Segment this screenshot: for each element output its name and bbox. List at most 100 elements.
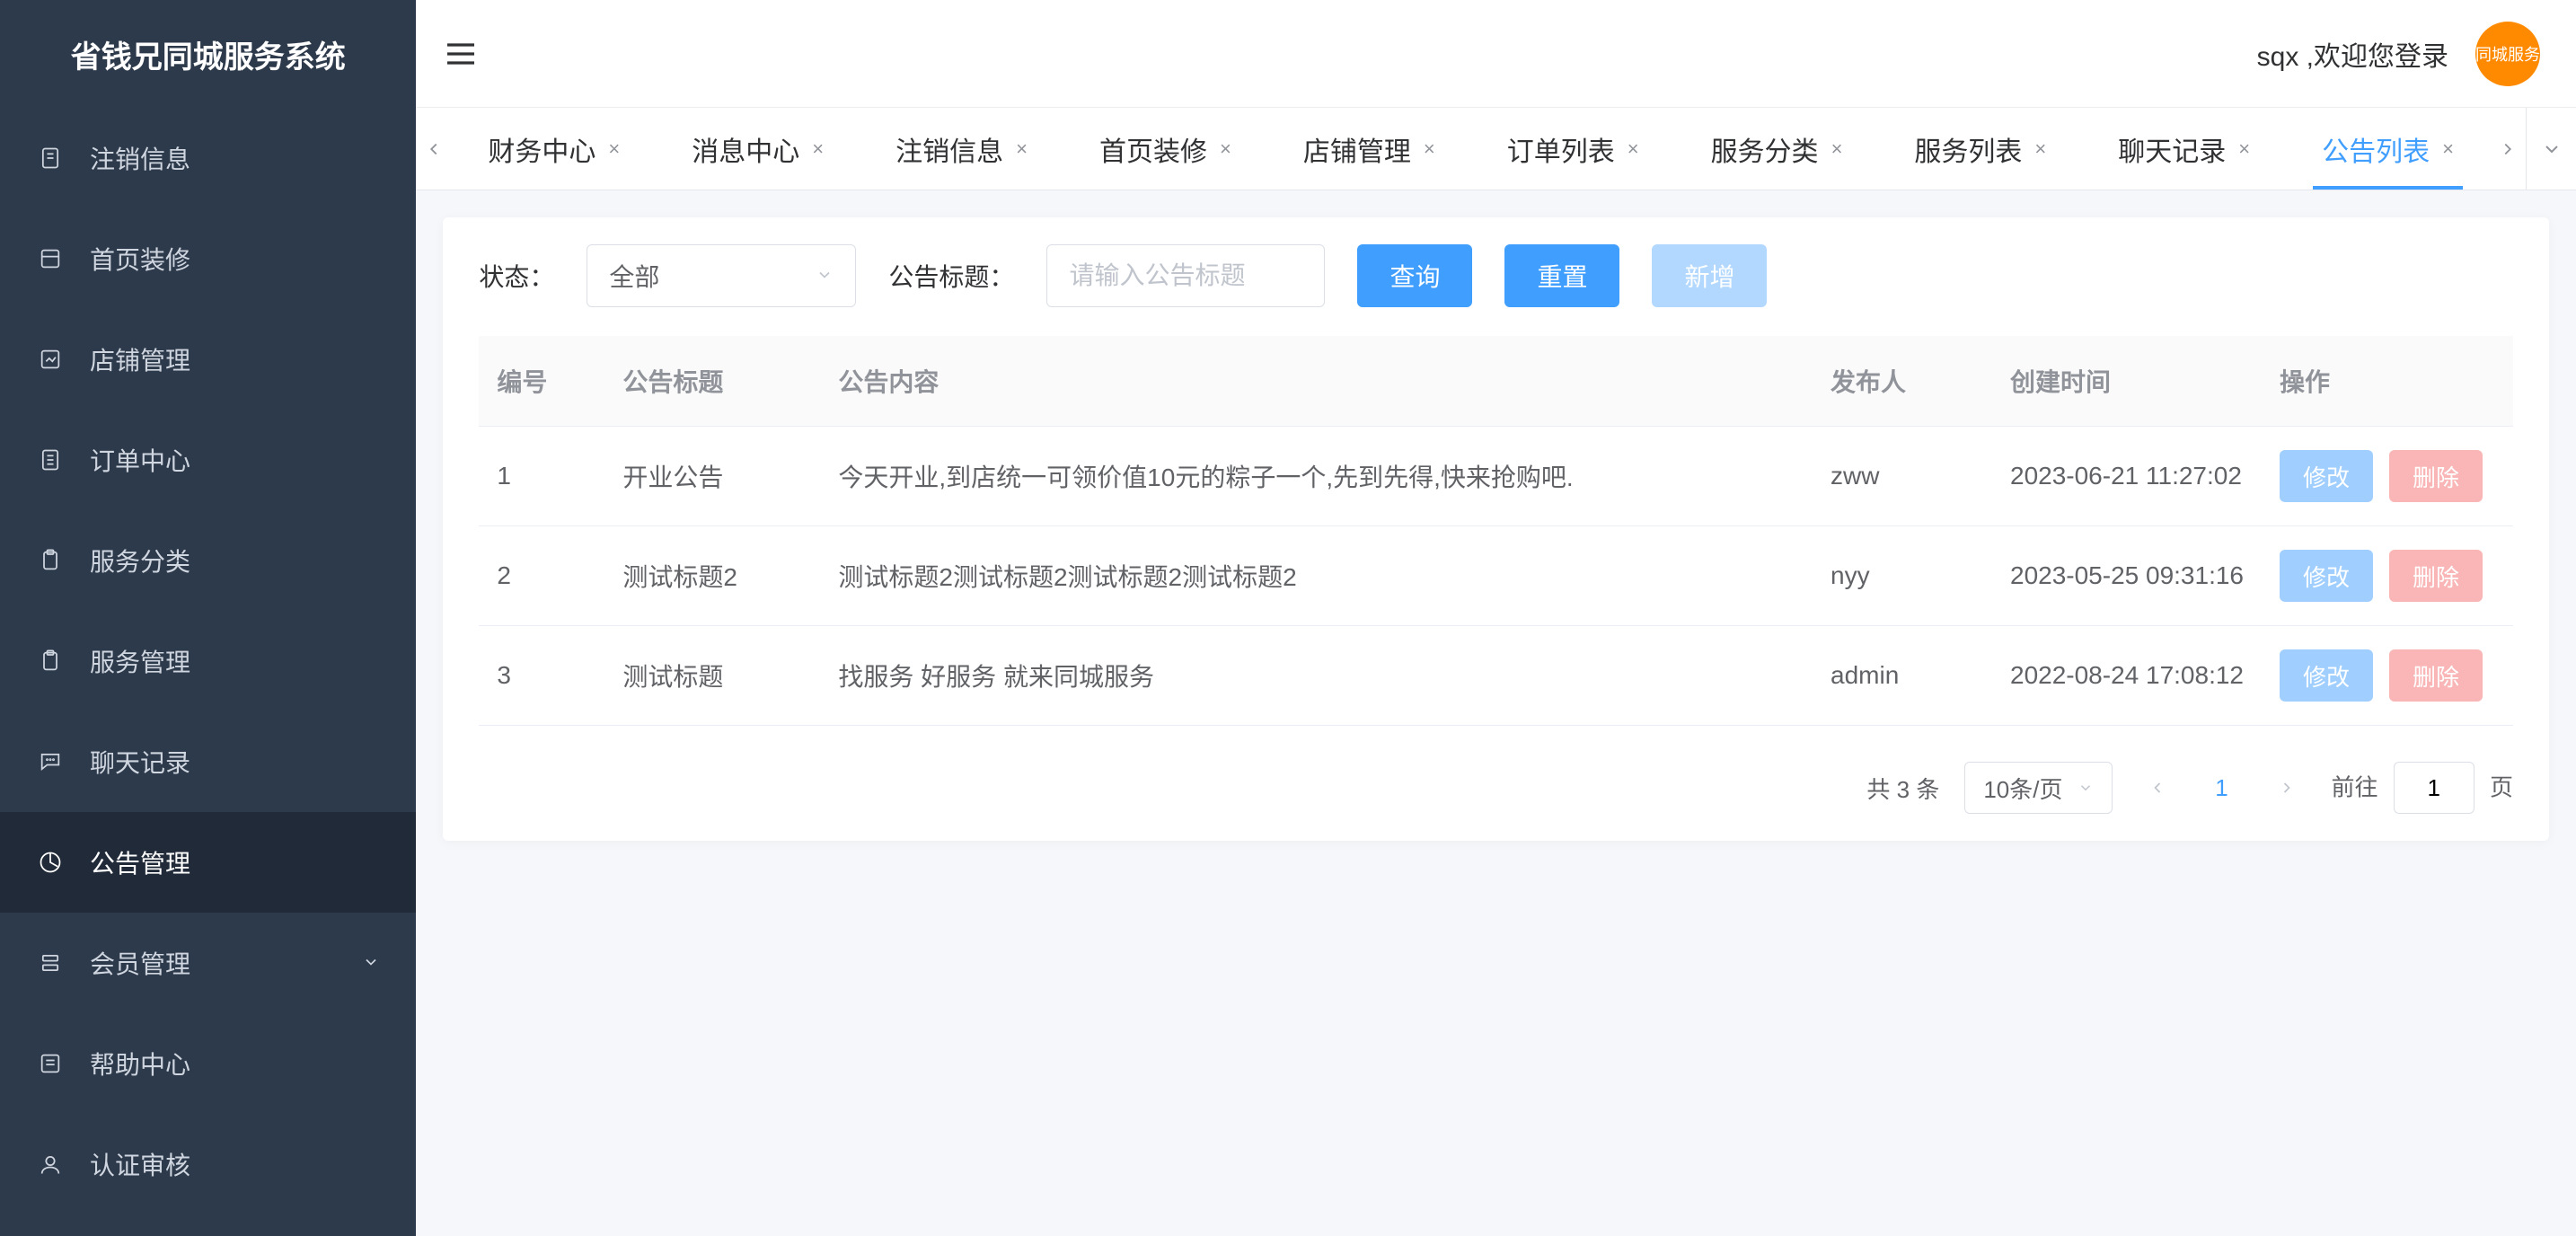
cell-actions: 修改删除 xyxy=(2262,626,2513,726)
close-icon[interactable]: × xyxy=(1628,137,1639,161)
page-goto: 前往 页 xyxy=(2332,762,2514,814)
tab-label: 服务分类 xyxy=(1711,129,1819,169)
th-content: 公告内容 xyxy=(820,336,1813,427)
add-button[interactable]: 新增 xyxy=(1652,244,1767,307)
main: sqx ,欢迎您登录 同城服务 财务中心×消息中心×注销信息×首页装修×店铺管理… xyxy=(416,0,2576,1236)
delete-button[interactable]: 删除 xyxy=(2389,450,2483,502)
avatar[interactable]: 同城服务 xyxy=(2475,22,2540,86)
sidebar-item-label: 公告管理 xyxy=(90,844,380,880)
tab[interactable]: 聊天记录× xyxy=(2082,108,2286,190)
sidebar-item[interactable]: 首页装修 xyxy=(0,208,416,309)
cell-created-at: 2023-05-25 09:31:16 xyxy=(1992,526,2262,626)
title-label: 公告标题： xyxy=(888,258,1014,294)
list-icon xyxy=(36,446,65,474)
sidebar-item[interactable]: 服务管理 xyxy=(0,611,416,711)
cell-created-at: 2022-08-24 17:08:12 xyxy=(1992,626,2262,726)
sidebar-item[interactable]: 公告管理 xyxy=(0,812,416,913)
sidebar-item[interactable]: 会员管理 xyxy=(0,913,416,1013)
goto-input[interactable] xyxy=(2394,762,2475,814)
tab[interactable]: 店铺管理× xyxy=(1267,108,1471,190)
close-icon[interactable]: × xyxy=(812,137,824,161)
tab[interactable]: 公告列表 × xyxy=(2286,108,2490,190)
close-icon[interactable]: × xyxy=(2238,137,2250,161)
close-icon[interactable]: × xyxy=(2442,137,2454,161)
tab[interactable]: 注销信息× xyxy=(860,108,1063,190)
announcement-table: 编号 公告标题 公告内容 发布人 创建时间 操作 1开业公告今天开业,到店统一可… xyxy=(479,336,2513,726)
page-prev[interactable] xyxy=(2138,768,2177,808)
sidebar-item-label: 聊天记录 xyxy=(90,744,380,780)
edit-button[interactable]: 修改 xyxy=(2280,450,2373,502)
tabs-more-menu[interactable] xyxy=(2526,108,2576,190)
sidebar-item-label: 帮助中心 xyxy=(90,1046,380,1082)
tab[interactable]: 消息中心 × xyxy=(656,108,860,190)
chevron-down-icon xyxy=(816,261,834,290)
sidebar-item-label: 服务管理 xyxy=(90,643,380,679)
page-next[interactable] xyxy=(2267,768,2307,808)
tab[interactable]: 订单列表× xyxy=(1471,108,1675,190)
tab[interactable]: 服务分类 × xyxy=(1675,108,1879,190)
tabs-scroll-left[interactable] xyxy=(416,108,452,190)
chat-icon xyxy=(36,747,65,776)
tab-label: 消息中心 xyxy=(692,129,799,169)
clipboard-icon xyxy=(36,546,65,575)
sidebar-item[interactable]: 订单中心 xyxy=(0,410,416,510)
cell-publisher[interactable]: nyy xyxy=(1813,526,1992,626)
status-value: 全部 xyxy=(609,258,659,294)
close-icon[interactable]: × xyxy=(1220,137,1231,161)
delete-button[interactable]: 删除 xyxy=(2389,550,2483,602)
sidebar-item[interactable]: 聊天记录 xyxy=(0,711,416,812)
close-icon[interactable]: × xyxy=(608,137,620,161)
table-row: 1开业公告今天开业,到店统一可领价值10元的粽子一个,先到先得,快来抢购吧.zw… xyxy=(479,427,2513,526)
sidebar-items: 注销信息首页装修店铺管理订单中心服务分类服务管理聊天记录公告管理会员管理帮助中心… xyxy=(0,108,416,1236)
clipboard-icon xyxy=(36,647,65,675)
search-button[interactable]: 查询 xyxy=(1357,244,1472,307)
sidebar-item[interactable]: 服务分类 xyxy=(0,510,416,611)
sidebar-item[interactable]: 帮助中心 xyxy=(0,1013,416,1114)
content: 状态： 全部 公告标题： 查询 重置 新增 xyxy=(416,190,2576,1236)
close-icon[interactable]: × xyxy=(1424,137,1435,161)
sidebar: 省钱兄同城服务系统 注销信息首页装修店铺管理订单中心服务分类服务管理聊天记录公告… xyxy=(0,0,416,1236)
tab[interactable]: 首页装修× xyxy=(1063,108,1267,190)
cell-content: 测试标题2测试标题2测试标题2测试标题2 xyxy=(820,526,1813,626)
sidebar-item-label: 首页装修 xyxy=(90,241,380,277)
tab-label: 服务列表 xyxy=(1914,129,2022,169)
cell-id: 1 xyxy=(479,427,604,526)
cell-content: 今天开业,到店统一可领价值10元的粽子一个,先到先得,快来抢购吧. xyxy=(820,427,1813,526)
page-size-select[interactable]: 10条/页 xyxy=(1964,762,2112,814)
th-title: 公告标题 xyxy=(604,336,820,427)
tabs-scroll-right[interactable] xyxy=(2490,108,2526,190)
goto-label-after: 页 xyxy=(2490,774,2513,801)
close-icon[interactable]: × xyxy=(1831,137,1843,161)
status-select[interactable]: 全部 xyxy=(587,244,856,307)
sidebar-item-label: 注销信息 xyxy=(90,140,380,176)
hamburger-icon[interactable] xyxy=(443,36,479,72)
page-size-text: 10条/页 xyxy=(1983,772,2062,805)
edit-button[interactable]: 修改 xyxy=(2280,550,2373,602)
sidebar-item[interactable]: 认证审核 xyxy=(0,1114,416,1214)
page-number[interactable]: 1 xyxy=(2202,768,2242,808)
title-input[interactable] xyxy=(1069,261,1302,290)
cell-publisher[interactable]: admin xyxy=(1813,626,1992,726)
help-icon xyxy=(36,1049,65,1078)
pagination-total: 共 3 条 xyxy=(1866,772,1939,805)
chart-icon xyxy=(36,848,65,877)
sidebar-item-label: 服务分类 xyxy=(90,543,380,578)
edit-button[interactable]: 修改 xyxy=(2280,649,2373,702)
tab[interactable]: 服务列表 × xyxy=(1878,108,2082,190)
delete-button[interactable]: 删除 xyxy=(2389,649,2483,702)
tab-label: 公告列表 xyxy=(2322,129,2430,169)
cell-publisher[interactable]: zww xyxy=(1813,427,1992,526)
sidebar-item[interactable]: 店铺管理 xyxy=(0,309,416,410)
close-icon[interactable]: × xyxy=(2034,137,2046,161)
cell-id: 2 xyxy=(479,526,604,626)
sidebar-item-label: 会员管理 xyxy=(90,945,362,981)
reset-button[interactable]: 重置 xyxy=(1504,244,1619,307)
sidebar-item[interactable]: 注销信息 xyxy=(0,108,416,208)
welcome-text: sqx ,欢迎您登录 xyxy=(2257,34,2448,74)
card: 状态： 全部 公告标题： 查询 重置 新增 xyxy=(443,217,2549,841)
close-icon[interactable]: × xyxy=(1016,137,1028,161)
tab[interactable]: 财务中心× xyxy=(452,108,656,190)
th-created-at: 创建时间 xyxy=(1992,336,2262,427)
doc-icon xyxy=(36,144,65,172)
goto-label-before: 前往 xyxy=(2332,774,2378,801)
